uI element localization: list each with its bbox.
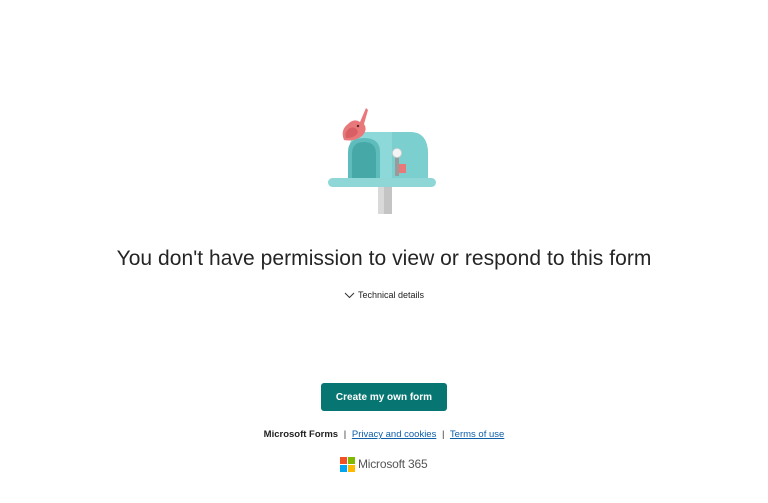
microsoft-365-logo: Microsoft 365 <box>340 456 428 472</box>
footer-separator: | <box>343 429 347 440</box>
terms-of-use-link[interactable]: Terms of use <box>450 429 504 440</box>
footer-separator: | <box>441 429 445 440</box>
footer-links: Microsoft Forms | Privacy and cookies | … <box>0 429 768 440</box>
page-title: You don't have permission to view or res… <box>116 247 652 270</box>
mailbox-with-bird-icon <box>328 108 436 214</box>
chevron-down-icon <box>344 292 355 299</box>
permission-denied-page: You don't have permission to view or res… <box>0 0 768 503</box>
technical-details-label: Technical details <box>358 290 425 300</box>
privacy-and-cookies-link[interactable]: Privacy and cookies <box>352 429 436 440</box>
technical-details-toggle[interactable]: Technical details <box>344 288 424 302</box>
footer-brand: Microsoft Forms <box>263 429 339 440</box>
microsoft-365-text: Microsoft 365 <box>358 457 428 471</box>
create-my-own-form-button[interactable]: Create my own form <box>321 383 447 411</box>
microsoft-logo-icon <box>340 456 355 472</box>
